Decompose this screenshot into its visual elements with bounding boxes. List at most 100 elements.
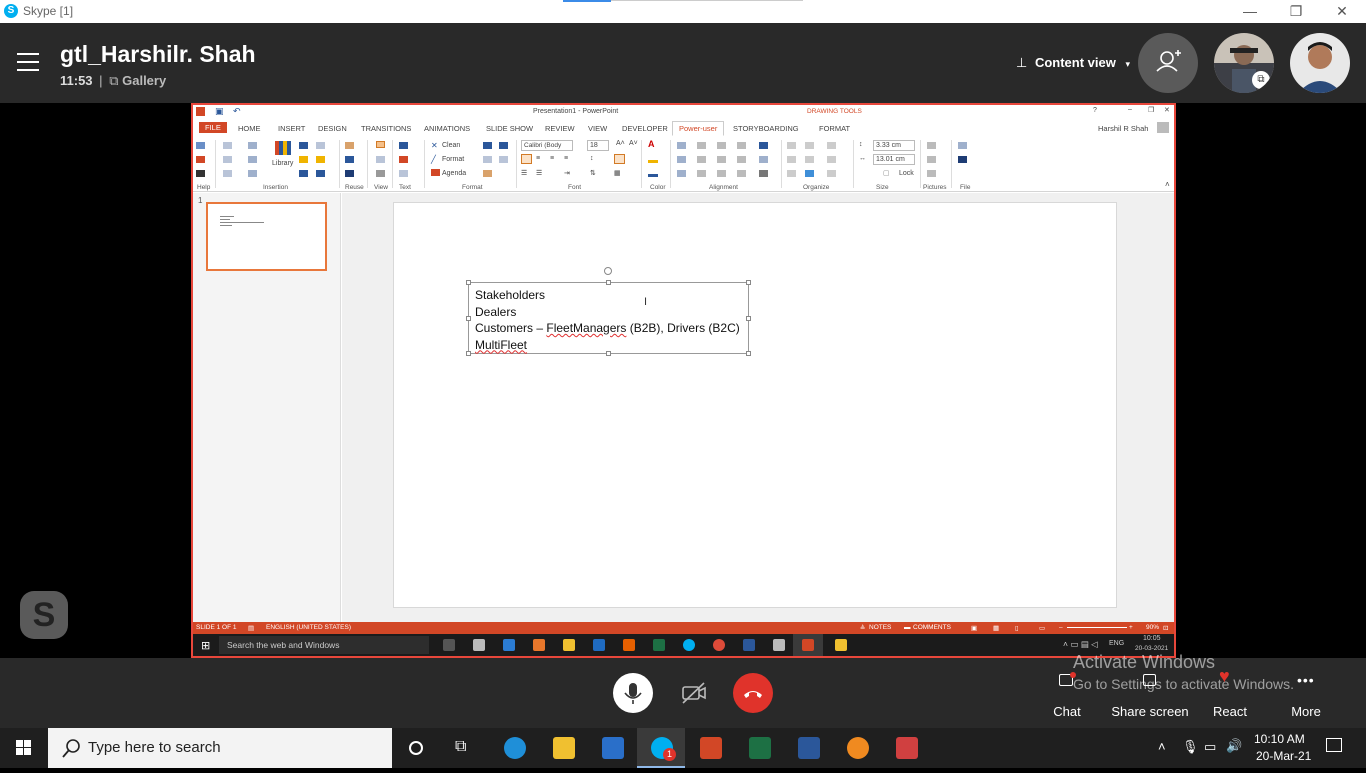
insert-icon-11[interactable] (316, 156, 325, 163)
resize-handle-sw[interactable] (466, 351, 471, 356)
font-name-select[interactable]: Calibri (Body (521, 140, 573, 151)
align-right-icon[interactable]: ≡ (550, 155, 554, 162)
view-icon-2[interactable] (376, 156, 385, 163)
pictures-icon-3[interactable] (927, 170, 936, 177)
line-spacing-icon[interactable]: ↕ (590, 155, 594, 162)
clock-time[interactable]: 10:10 AM (1254, 732, 1305, 746)
network-icon[interactable]: ▭ (1204, 739, 1216, 755)
organize-icon-7[interactable] (827, 156, 836, 163)
text-icon-2[interactable] (399, 156, 408, 163)
organize-icon-8[interactable] (827, 170, 836, 177)
align-icon-4[interactable] (697, 142, 706, 149)
reuse-icon-1[interactable] (345, 142, 354, 149)
insert-icon-6[interactable] (248, 170, 257, 177)
font-size-select[interactable]: 18 (587, 140, 609, 151)
volume-icon[interactable]: 🔊 (1226, 738, 1242, 754)
reuse-heart-icon[interactable] (345, 170, 354, 177)
insert-icon-4[interactable] (248, 142, 257, 149)
remote-folder-icon[interactable] (835, 639, 847, 651)
insert-icon-7[interactable] (299, 142, 308, 149)
remote-search-box[interactable]: Search the web and Windows (219, 636, 429, 654)
align-center-icon[interactable]: ≡ (536, 155, 540, 162)
taskbar-file-explorer[interactable] (539, 728, 587, 768)
notes-button[interactable]: NOTES (869, 624, 891, 631)
task-view-button[interactable]: ⧉ (440, 728, 488, 768)
text-icon-1[interactable] (399, 142, 408, 149)
insert-icon-12[interactable] (316, 170, 325, 177)
resize-handle-e[interactable] (746, 316, 751, 321)
more-button[interactable]: ••• More (1266, 658, 1346, 728)
remote-tray-icons[interactable]: ˄ ▭ ▤ ◁ (1063, 639, 1098, 650)
align-icon-14[interactable] (759, 156, 768, 163)
clean-label[interactable]: Clean (442, 142, 460, 149)
slide[interactable] (393, 202, 1117, 608)
pictures-icon-2[interactable] (927, 156, 936, 163)
fit-slide-icon[interactable]: ⊡ (1163, 624, 1168, 632)
remote-edge-icon[interactable] (503, 639, 515, 651)
undo-icon[interactable]: ↶ (233, 106, 241, 117)
resize-handle-s[interactable] (606, 351, 611, 356)
agenda-icon[interactable] (431, 169, 440, 176)
text-icon-3[interactable] (399, 170, 408, 177)
align-icon-10[interactable] (737, 142, 746, 149)
format-label[interactable]: Format (442, 156, 464, 163)
agenda-label[interactable]: Agenda (442, 170, 466, 177)
tab-transitions[interactable]: TRANSITIONS (361, 124, 411, 133)
reading-view-icon[interactable]: ▯ (1015, 624, 1019, 632)
justify-icon[interactable]: ≡ (564, 155, 568, 162)
zoom-slider[interactable] (1067, 627, 1127, 628)
ppt-help-icon[interactable]: ? (1093, 107, 1097, 114)
video-toggle-button[interactable] (673, 673, 713, 713)
comments-button[interactable]: COMMENTS (913, 624, 951, 631)
resize-handle-se[interactable] (746, 351, 751, 356)
align-icon-1[interactable] (677, 142, 686, 149)
remote-word-icon[interactable] (743, 639, 755, 651)
remote-taskview-icon[interactable] (443, 639, 455, 651)
resize-handle-w[interactable] (466, 316, 471, 321)
start-button[interactable] (0, 728, 48, 768)
resize-handle-nw[interactable] (466, 280, 471, 285)
help-settings-icon[interactable] (196, 170, 205, 177)
align-icon-15[interactable] (759, 170, 768, 177)
text-line-dealers[interactable]: Dealers (475, 304, 742, 321)
tab-power-user[interactable]: Power-user (672, 121, 725, 136)
remote-lang[interactable]: ENG (1109, 640, 1124, 647)
remote-app-icon-2[interactable] (533, 639, 545, 651)
clean-icon[interactable]: ✕ (431, 141, 438, 150)
text-box-icon[interactable] (614, 154, 625, 164)
ppt-minimize-button[interactable]: – (1128, 106, 1132, 113)
taskbar-excel[interactable] (735, 728, 783, 768)
misspelled-multifleet[interactable]: MultiFleet (475, 338, 527, 352)
organize-icon-5[interactable] (805, 156, 814, 163)
align-icon-11[interactable] (737, 156, 746, 163)
zoom-in-icon[interactable]: + (1129, 624, 1133, 631)
format-icon-2[interactable] (483, 156, 492, 163)
font-color-icon[interactable]: A (648, 139, 655, 149)
insert-icon-9[interactable] (299, 170, 308, 177)
tab-file[interactable]: FILE (199, 122, 227, 133)
format-icon-5[interactable] (499, 156, 508, 163)
insert-icon-5[interactable] (248, 156, 257, 163)
taskbar-powerpoint[interactable] (686, 728, 734, 768)
ppt-restore-button[interactable]: ❐ (1148, 106, 1154, 114)
zoom-level[interactable]: 90% (1146, 624, 1159, 631)
view-icon-3[interactable] (376, 170, 385, 177)
ppt-user-name[interactable]: Harshil R Shah (1098, 124, 1148, 133)
lock-icon[interactable]: ▢ (883, 169, 890, 177)
organize-icon-2[interactable] (787, 156, 796, 163)
misspelled-word[interactable]: FleetManagers (546, 321, 626, 335)
align-icon-8[interactable] (717, 156, 726, 163)
mute-button[interactable] (613, 673, 653, 713)
insert-icon-2[interactable] (223, 156, 232, 163)
remote-excel-icon[interactable] (653, 639, 665, 651)
slide-thumbnail[interactable] (206, 202, 327, 271)
cortana-button[interactable] (392, 728, 440, 768)
bullets-icon[interactable]: ☰ (521, 169, 527, 177)
slideshow-icon[interactable]: ▭ (1039, 624, 1045, 632)
gallery-icon[interactable]: ⧉ (109, 73, 118, 88)
format-icon-3[interactable] (483, 170, 492, 177)
tab-home[interactable]: HOME (238, 124, 261, 133)
insert-icon-3[interactable] (223, 170, 232, 177)
format-brush-icon[interactable]: ╱ (431, 155, 436, 164)
text-line-stakeholders[interactable]: Stakeholders (475, 287, 742, 304)
